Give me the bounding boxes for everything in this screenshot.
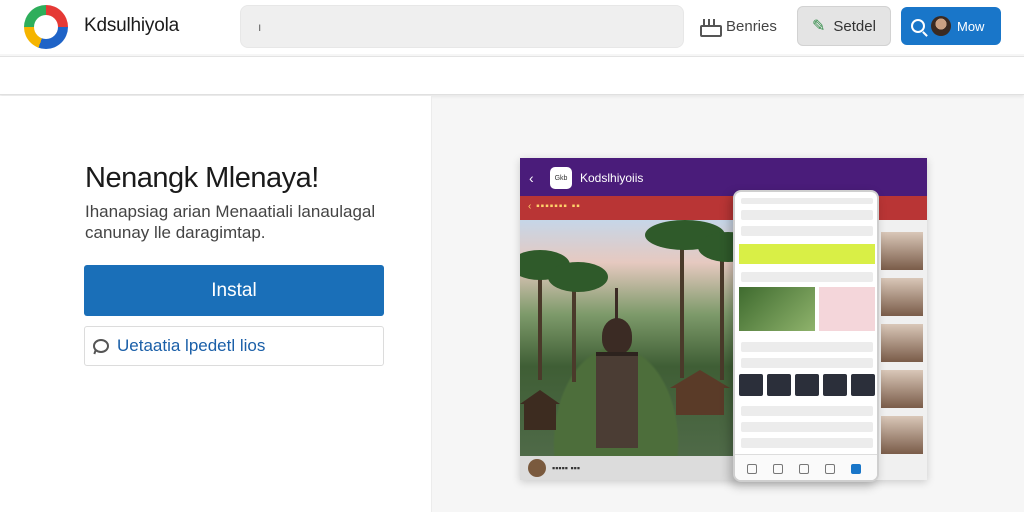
phone-row [741,272,873,282]
palm-tree [680,228,684,378]
phone-row [741,210,873,220]
page-description: Ihanapsiag arian Menaatiali lanaulagal c… [85,202,376,242]
phone-row [741,342,873,352]
account-button[interactable]: Mow [901,7,1001,45]
services-icon [700,19,722,37]
phone-row [741,358,873,368]
install-button[interactable]: Instal [84,265,384,316]
leaf-icon: ✎ [812,18,826,35]
preview-app-icon: Gkb [550,167,572,189]
phone-row [741,422,873,432]
phone-row [741,226,873,236]
search-caret: ı [258,20,262,34]
app-name[interactable]: Kdsulhiyola [84,15,179,37]
preview-bottom-bar: ▪▪▪▪▪ ▪▪▪ [520,456,760,480]
back-arrow-icon: ‹ [529,170,534,186]
hut [520,390,560,430]
sub-navigation-bar [0,56,1024,95]
settings-label: Setdel [833,17,876,35]
preview-app-title: Kodslhiyoiis [580,171,644,185]
page-title: Nenangk Mlenaya! [85,162,319,194]
phone-photo [739,287,815,331]
avatar [931,16,951,36]
top-header: Kdsulhiyola ı Benries ✎ Setdel Mow [0,0,1024,54]
phone-highlight-card [739,244,875,264]
temple-scene-image [520,220,760,456]
logo-icon[interactable] [24,5,68,49]
temple-tower [590,288,644,453]
search-input[interactable]: ı [240,5,684,48]
thumbnail [881,324,923,362]
thumbnail [881,416,923,454]
phone-bottom-nav [735,454,877,480]
update-details-label: Uetaatia lpedetl lios [117,336,266,355]
preview-bottom-text: ▪▪▪▪▪ ▪▪▪ [552,463,581,473]
thumbnail [881,278,923,316]
thumbnail [881,370,923,408]
services-button[interactable]: Benries [700,10,777,42]
account-button-label: Mow [957,18,985,34]
update-details-button[interactable]: Uetaatia lpedetl lios [84,326,384,366]
chat-icon [93,339,109,353]
preview-thumbnail-column [877,220,927,480]
settings-button[interactable]: ✎ Setdel [797,6,891,46]
phone-mockup [733,190,879,482]
phone-thumbnails [739,374,875,396]
preview-avatar [528,459,546,477]
phone-row [741,438,873,448]
phone-row [741,406,873,416]
services-label: Benries [726,17,777,35]
phone-card [819,287,875,331]
phone-status-bar [741,198,873,204]
preview-banner-dots: ‹ ▪▪▪▪▪▪▪ ▪▪ [528,201,581,212]
search-icon [911,19,925,33]
thumbnail [881,232,923,270]
